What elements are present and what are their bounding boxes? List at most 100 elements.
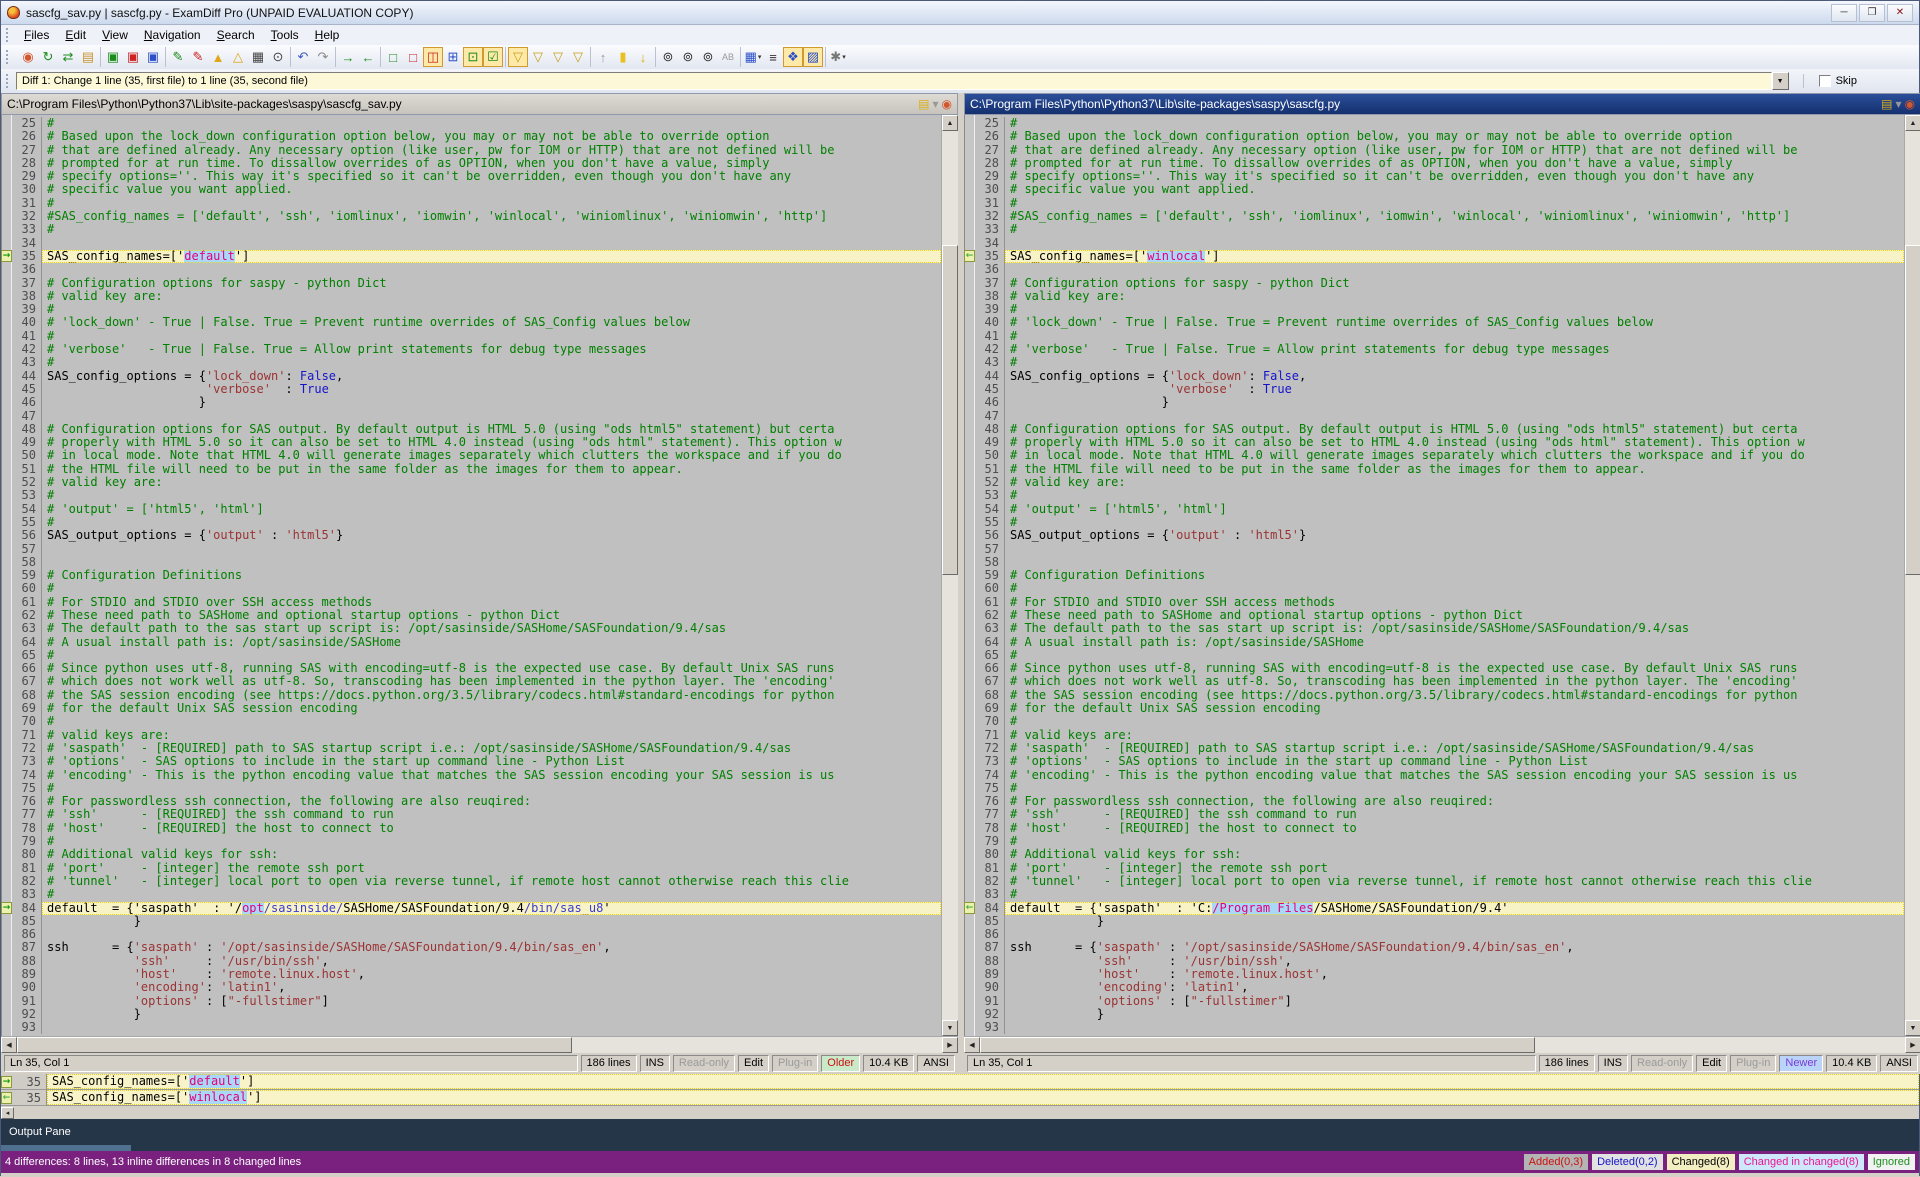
diff-marker-left-icon[interactable]: ← [964,250,975,262]
menu-view[interactable]: View [94,26,136,44]
color-schemes-icon[interactable]: ▦▾ [743,47,763,67]
filter-deleted-icon[interactable]: ▽ [548,47,568,67]
scroll-left-icon[interactable]: ◂ [1,1107,14,1119]
plugin-options-icon[interactable]: ▨ [803,47,823,67]
copy-path-icon[interactable]: ▤ [1881,98,1892,110]
diffbar-grip-handle[interactable] [6,74,13,88]
copy-path-icon[interactable]: ▤ [918,98,929,110]
file-path-header[interactable]: C:\Program Files\Python\Python37\Lib\sit… [964,93,1920,115]
next-difference-icon[interactable]: → [338,47,358,67]
previous-block-icon[interactable]: ↑ [593,47,613,67]
next-block-icon[interactable]: ↓ [633,47,653,67]
scroll-up-icon[interactable]: ▲ [942,115,958,131]
scroll-down-icon[interactable]: ▼ [942,1020,958,1036]
recompare-icon[interactable]: ↻ [38,47,58,67]
diff-dropdown-button[interactable]: ▼ [1772,72,1789,90]
diff-marker-right-icon[interactable]: → [1,902,12,914]
code-segment: # [1010,582,1017,595]
horizontal-scrollbar[interactable]: ◀▶ [964,1036,1920,1053]
find-previous-icon[interactable]: ⊚ [698,47,718,67]
toolbar-grip-handle[interactable] [6,50,13,64]
previous-difference-icon[interactable]: ← [358,47,378,67]
horizontal-scrollbar[interactable]: ◀▶ [1,1036,958,1053]
code-line: 84default = {'saspath' : 'C:/Program Fil… [975,902,1904,915]
diff-marker-right-icon[interactable]: → [1,250,12,262]
find-next-icon[interactable]: ⊚ [678,47,698,67]
filter-added-icon[interactable]: ▽ [528,47,548,67]
scroll-up-icon[interactable]: ▲ [1905,115,1920,131]
word-wrap-icon[interactable]: ≡ [763,47,783,67]
find-icon[interactable]: ⊚ [658,47,678,67]
open-files-icon[interactable]: ▤ [78,47,98,67]
menu-grip-handle[interactable] [6,28,13,42]
stat-badge-deleted-----[interactable]: Deleted(0,2) [1592,1154,1663,1170]
scroll-right-icon[interactable]: ▶ [942,1037,958,1053]
code-line: 75# [975,782,1904,795]
vertical-scrollbar[interactable]: ▲▼ [1904,115,1920,1036]
menu-files[interactable]: Files [16,26,57,44]
examdiff-logo-icon[interactable]: ◉ [942,98,952,110]
plugins-icon[interactable]: ❖ [783,47,803,67]
vertical-scroll-thumb[interactable] [942,245,958,575]
header-dropdown-icon[interactable]: ▾ [1895,98,1901,110]
stat-badge-changed---[interactable]: Changed(8) [1667,1154,1735,1170]
scroll-down-icon[interactable]: ▼ [1905,1020,1920,1036]
code-area[interactable]: 25#26# Based upon the lock_down configur… [12,115,941,1036]
minimize-button[interactable]: ─ [1831,4,1857,22]
line-text: 'ssh' : '/usr/bin/ssh', [42,955,941,968]
skip-checkbox[interactable] [1819,75,1831,87]
file-path-header[interactable]: C:\Program Files\Python\Python37\Lib\sit… [1,93,958,115]
horizontal-scroll-thumb[interactable] [980,1037,1535,1053]
menu-help[interactable]: Help [307,26,348,44]
save-first-icon[interactable]: ▣ [103,47,123,67]
show-options-panel-icon[interactable]: ☑ [483,47,503,67]
horizontal-scroll-thumb[interactable] [17,1037,572,1053]
compare-icon[interactable]: ◉ [18,47,38,67]
diff-marker-left-icon[interactable]: ← [1,1092,12,1104]
stat-badge-added-----[interactable]: Added(0,3) [1524,1154,1588,1170]
match-case-icon[interactable]: AB [718,47,738,67]
split-grid-icon[interactable]: ⊞ [443,47,463,67]
print-preview-icon[interactable]: ⊙ [268,47,288,67]
menu-tools[interactable]: Tools [263,26,307,44]
menu-edit[interactable]: Edit [57,26,94,44]
filter-changed-icon[interactable]: ▽ [568,47,588,67]
diff-marker-right-icon[interactable]: → [1,1076,12,1088]
print-icon[interactable]: ▦ [248,47,268,67]
scroll-right-icon[interactable]: ▶ [1905,1037,1920,1053]
maximize-button[interactable]: ❐ [1859,4,1885,22]
code-segment: # Configuration options for saspy - pyth… [1010,277,1350,290]
menu-search[interactable]: Search [209,26,263,44]
undo-icon[interactable]: ↶ [293,47,313,67]
menu-navigation[interactable]: Navigation [136,26,209,44]
copy-block-to-first-icon[interactable]: ▲ [208,47,228,67]
settings-icon[interactable]: ✱▾ [828,47,848,67]
vertical-scroll-thumb[interactable] [1905,245,1920,575]
save-all-icon[interactable]: ▣ [143,47,163,67]
header-dropdown-icon[interactable]: ▾ [932,98,938,110]
stat-badge-ignored[interactable]: Ignored [1868,1154,1915,1170]
swap-panes-icon[interactable]: ⇄ [58,47,78,67]
stat-badge-changed-in-changed---[interactable]: Changed in changed(8) [1739,1154,1864,1170]
synchronize-scrolling-icon[interactable]: ⊡ [463,47,483,67]
redo-icon[interactable]: ↷ [313,47,333,67]
split-vertical-icon[interactable]: ◫ [423,47,443,67]
diff-marker-left-icon[interactable]: ← [964,902,975,914]
current-difference-icon[interactable]: ▮ [613,47,633,67]
save-second-icon[interactable]: ▣ [123,47,143,67]
close-button[interactable]: ✕ [1887,4,1913,22]
edit-second-file-icon[interactable]: ✎ [188,47,208,67]
examdiff-logo-icon[interactable]: ◉ [1905,98,1915,110]
edit-first-file-icon[interactable]: ✎ [168,47,188,67]
diff-description-combo[interactable]: Diff 1: Change 1 line (35, first file) t… [16,72,1772,90]
output-pane-header[interactable]: Output Pane [1,1119,1919,1145]
code-area[interactable]: 25#26# Based upon the lock_down configur… [975,115,1904,1036]
copy-block-to-second-icon[interactable]: △ [228,47,248,67]
scroll-left-icon[interactable]: ◀ [1,1037,17,1053]
scroll-left-icon[interactable]: ◀ [964,1037,980,1053]
vertical-scrollbar[interactable]: ▲▼ [941,115,958,1036]
show-first-pane-icon[interactable]: □ [383,47,403,67]
filter-identical-icon[interactable]: ▽ [508,47,528,67]
show-second-pane-icon[interactable]: □ [403,47,423,67]
line-number: 46 [975,396,1005,409]
